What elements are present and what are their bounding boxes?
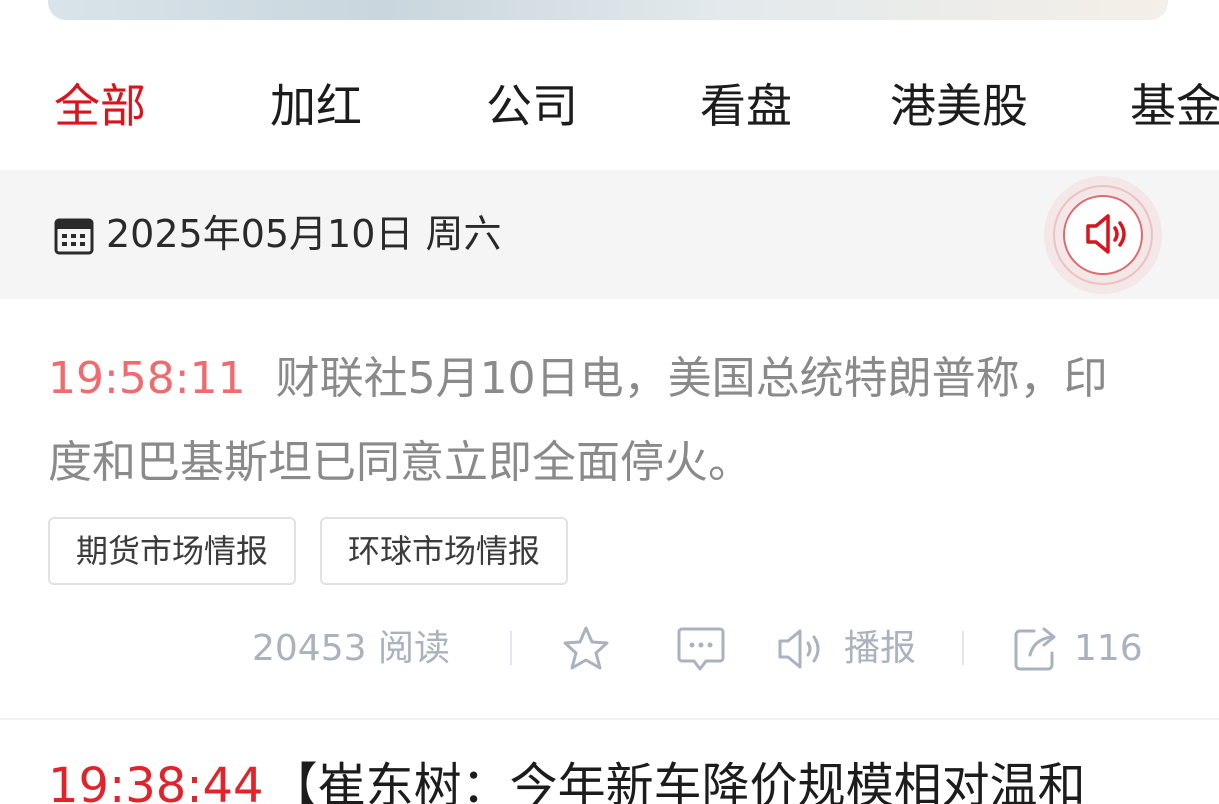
news-body[interactable]: 19:58:11 财联社5月10日电，美国总统特朗普称，印度和巴基斯坦已同意立即全… (48, 337, 1118, 505)
read-count: 20453 阅读 (252, 628, 450, 669)
item-divider (0, 718, 1219, 720)
tab-all[interactable]: 全部 (54, 78, 146, 134)
comment-icon[interactable] (676, 623, 726, 675)
news-title: 【崔东树：今年新车降价规模相对温和 (269, 758, 1086, 804)
news-time: 19:58:11 (48, 353, 246, 404)
tag-list: 期货市场情报 环球市场情报 (48, 517, 592, 585)
tab-funds[interactable]: 基金 (1130, 78, 1219, 134)
calendar-icon (54, 218, 94, 255)
news-item-next[interactable]: 19:38:44 【崔东树：今年新车降价规模相对温和 (48, 756, 1086, 804)
divider (962, 631, 964, 665)
date-label: 2025年05月10日 周六 (106, 212, 502, 256)
tab-hk-us-stocks[interactable]: 港美股 (890, 78, 1028, 134)
news-time: 19:38:44 (48, 758, 264, 804)
tag-futures-intel[interactable]: 期货市场情报 (48, 517, 297, 585)
tag-global-intel[interactable]: 环球市场情报 (320, 517, 569, 585)
broadcast-label[interactable]: 播报 (844, 627, 916, 671)
speaker-icon (1086, 214, 1126, 254)
tab-market-watch[interactable]: 看盘 (700, 78, 792, 134)
top-banner[interactable] (48, 0, 1168, 20)
share-count: 116 (1074, 628, 1143, 669)
share-icon[interactable] (1010, 623, 1060, 675)
date-bar: 2025年05月10日 周六 (0, 170, 1219, 299)
divider (510, 631, 512, 665)
audio-play-button[interactable] (1044, 176, 1162, 294)
star-icon[interactable] (560, 623, 612, 675)
action-bar: 20453 阅读 播报 116 (0, 617, 1219, 681)
tab-company[interactable]: 公司 (486, 78, 578, 134)
tab-red[interactable]: 加红 (270, 78, 362, 134)
category-tabs: 全部 加红 公司 看盘 港美股 基金 (0, 60, 1219, 155)
broadcast-speaker-icon[interactable] (776, 623, 828, 675)
